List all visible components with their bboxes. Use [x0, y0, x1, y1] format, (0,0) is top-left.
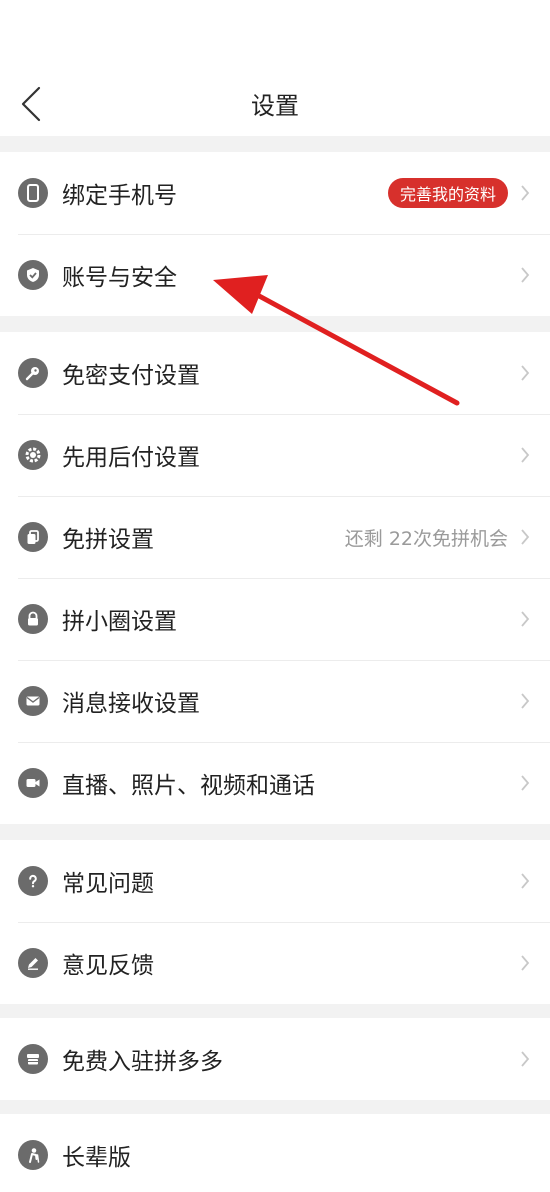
section-separator — [0, 1100, 550, 1114]
settings-item-live-photo-video-call[interactable]: 直播、照片、视频和通话 — [0, 742, 550, 824]
settings-item-label: 消息接收设置 — [62, 691, 200, 717]
section-separator — [0, 136, 550, 152]
pencil-icon — [18, 948, 48, 978]
lock-icon — [18, 604, 48, 634]
settings-item-pay-later[interactable]: 先用后付设置 — [0, 414, 550, 496]
elder-icon — [18, 1140, 48, 1170]
settings-item-message-receiving[interactable]: 消息接收设置 — [0, 660, 550, 742]
section-separator — [0, 824, 550, 840]
settings-item-label: 意见反馈 — [62, 953, 154, 979]
chevron-right-icon — [518, 1048, 532, 1070]
settings-item-label: 直播、照片、视频和通话 — [62, 773, 315, 799]
settings-item-account-security[interactable]: 账号与安全 — [0, 234, 550, 316]
chevron-right-icon — [518, 362, 532, 384]
chevron-right-icon — [518, 952, 532, 974]
settings-item-label: 先用后付设置 — [62, 445, 200, 471]
status-bar — [0, 0, 550, 70]
settings-item-bind-phone[interactable]: 绑定手机号 完善我的资料 — [0, 152, 550, 234]
settings-group-account: 绑定手机号 完善我的资料 账号与安全 — [0, 152, 550, 316]
question-icon — [18, 866, 48, 896]
complete-profile-badge[interactable]: 完善我的资料 — [387, 178, 508, 208]
shield-check-icon — [18, 260, 48, 290]
settings-group-help: 常见问题 意见反馈 — [0, 840, 550, 1004]
chevron-right-icon — [518, 182, 532, 204]
settings-group-merchant: 免费入驻拼多多 — [0, 1018, 550, 1100]
gear-icon — [18, 440, 48, 470]
section-separator — [0, 1004, 550, 1018]
copy-icon — [18, 522, 48, 552]
settings-item-label: 免费入驻拼多多 — [62, 1049, 223, 1075]
chevron-right-icon — [518, 444, 532, 466]
chevron-right-icon — [518, 690, 532, 712]
section-separator — [0, 316, 550, 332]
settings-item-label: 拼小圈设置 — [62, 609, 177, 635]
settings-item-label: 账号与安全 — [62, 265, 177, 291]
settings-group-payment: 免密支付设置 先用后付设置 免拼设置 还剩 22次免拼机会 拼小圈设置 消息接收… — [0, 332, 550, 824]
chevron-left-icon — [21, 86, 41, 122]
back-button[interactable] — [16, 85, 46, 123]
settings-item-label: 免密支付设置 — [62, 363, 200, 389]
settings-item-label: 常见问题 — [62, 871, 154, 897]
video-camera-icon — [18, 768, 48, 798]
remaining-count-text: 还剩 22次免拼机会 — [344, 527, 508, 550]
chevron-right-icon — [518, 526, 532, 548]
chevron-right-icon — [518, 870, 532, 892]
page-title: 设置 — [251, 91, 299, 120]
key-icon — [18, 358, 48, 388]
phone-icon — [18, 178, 48, 208]
settings-item-label: 长辈版 — [62, 1145, 131, 1171]
settings-item-pin-circle[interactable]: 拼小圈设置 — [0, 578, 550, 660]
mail-icon — [18, 686, 48, 716]
store-icon — [18, 1044, 48, 1074]
nav-bar: 设置 — [0, 70, 550, 136]
settings-group-elder: 长辈版 — [0, 1114, 550, 1192]
chevron-right-icon — [518, 772, 532, 794]
settings-item-faq[interactable]: 常见问题 — [0, 840, 550, 922]
chevron-right-icon — [518, 608, 532, 630]
settings-item-password-free-pay[interactable]: 免密支付设置 — [0, 332, 550, 414]
settings-item-label: 免拼设置 — [62, 527, 154, 553]
settings-item-group-free[interactable]: 免拼设置 还剩 22次免拼机会 — [0, 496, 550, 578]
chevron-right-icon — [518, 264, 532, 286]
settings-item-elder-mode[interactable]: 长辈版 — [0, 1114, 550, 1192]
settings-item-label: 绑定手机号 — [62, 183, 177, 209]
settings-item-merchant-join[interactable]: 免费入驻拼多多 — [0, 1018, 550, 1100]
settings-item-feedback[interactable]: 意见反馈 — [0, 922, 550, 1004]
